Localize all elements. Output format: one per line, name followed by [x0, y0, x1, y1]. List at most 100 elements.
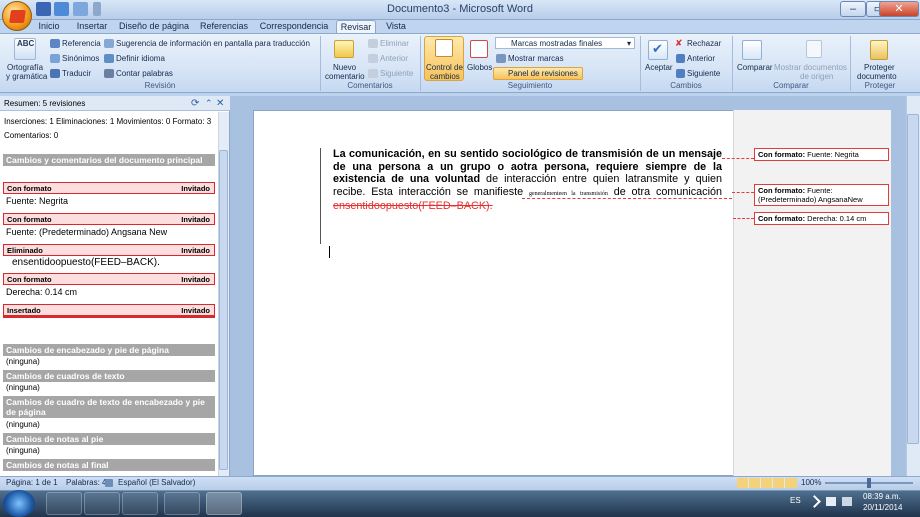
new-comment-icon[interactable]: [334, 40, 354, 58]
revision-header[interactable]: Con formato Invitado: [3, 213, 215, 225]
network-icon[interactable]: [842, 497, 852, 506]
thesaurus-icon: [50, 54, 60, 63]
document-scroll-thumb[interactable]: [907, 114, 919, 444]
section-endnotes: Cambios de notas al final: [3, 459, 215, 471]
revision-detail: Fuente: Negrita: [6, 196, 69, 206]
office-button[interactable]: [2, 1, 32, 31]
balloon-connector: [722, 158, 754, 159]
revision-header[interactable]: Con formato Invitado: [3, 273, 215, 285]
sinonimos-button[interactable]: Sinónimos: [62, 54, 99, 63]
proteger-label-1[interactable]: Proteger: [864, 63, 895, 72]
revision-author: Invitado: [181, 215, 210, 224]
tab-inicio[interactable]: Inicio: [34, 20, 64, 33]
sugerencia-button[interactable]: Sugerencia de información en pantalla pa…: [116, 39, 310, 48]
globos-button[interactable]: Globos: [467, 63, 492, 72]
translate-icon: [50, 69, 60, 78]
revision-author: Invitado: [181, 246, 210, 255]
tab-vista[interactable]: Vista: [382, 20, 410, 33]
spelling-abc-icon: ABC: [17, 39, 35, 48]
minimize-button[interactable]: –: [840, 1, 866, 17]
compare-icon[interactable]: [742, 40, 762, 60]
control-cambios-label-1[interactable]: Control de: [426, 63, 463, 72]
close-pane-icon[interactable]: ✕: [216, 98, 224, 109]
pane-scroll-thumb[interactable]: [219, 150, 228, 470]
page-indicator[interactable]: Página: 1 de 1: [6, 478, 58, 487]
internet-explorer-icon[interactable]: [46, 492, 82, 515]
show-markup-icon: [496, 54, 506, 63]
language-icon: [104, 54, 114, 63]
revision-type: Con formato: [7, 275, 52, 284]
revision-header[interactable]: Insertado Invitado: [3, 304, 215, 316]
tab-insertar[interactable]: Insertar: [72, 20, 112, 33]
revision-balloon[interactable]: Con formato: Fuente: Negrita: [754, 148, 889, 161]
balloon-connector: [733, 218, 754, 219]
section-value: (ninguna): [6, 420, 40, 429]
group-proteger-label: Proteger: [864, 81, 896, 90]
view-buttons[interactable]: [737, 478, 797, 488]
volume-icon[interactable]: [826, 497, 836, 506]
group-revision-label: Revisión: [144, 81, 176, 90]
clock-time[interactable]: 08:39 a.m.: [863, 492, 901, 501]
revision-detail: Derecha: 0.14 cm: [6, 287, 78, 297]
delete-comment-icon: [368, 39, 378, 48]
document-paragraph[interactable]: La comunicación, en su sentido sociológi…: [333, 148, 722, 213]
clock-date[interactable]: 20/11/2014: [863, 503, 902, 512]
word-count-icon: [104, 69, 114, 78]
collapse-icon[interactable]: ⌃: [205, 98, 213, 109]
section-header-footer: Cambios de encabezado y pie de página: [3, 344, 215, 356]
lock-icon[interactable]: [870, 40, 888, 60]
comparar-button[interactable]: Comparar: [737, 63, 773, 72]
referencia-button[interactable]: Referencia: [62, 39, 101, 48]
revision-balloon[interactable]: Con formato: Derecha: 0.14 cm: [754, 212, 889, 225]
tab-referencias[interactable]: Referencias: [198, 20, 250, 33]
spelling-label-1[interactable]: Ortografía: [7, 63, 43, 72]
tab-correspondencia[interactable]: Correspondencia: [258, 20, 330, 33]
revision-author: Invitado: [181, 275, 210, 284]
rechazar-button[interactable]: Rechazar: [687, 39, 721, 48]
revision-header[interactable]: Eliminado Invitado: [3, 244, 215, 256]
language-indicator[interactable]: Español (El Salvador): [118, 478, 195, 487]
group-comparar-label: Comparar: [773, 81, 809, 90]
siguiente-cambio-button[interactable]: Siguiente: [687, 69, 720, 78]
eliminar-comentario-button[interactable]: Eliminar: [380, 39, 409, 48]
balloon-connector: [732, 192, 754, 193]
close-button[interactable]: ✕: [879, 1, 919, 17]
anterior-cambio-button[interactable]: Anterior: [687, 54, 715, 63]
proofing-icon[interactable]: [105, 479, 113, 487]
proteger-label-2[interactable]: documento: [857, 72, 897, 81]
reference-icon: [50, 39, 60, 48]
start-button[interactable]: [3, 490, 35, 517]
siguiente-comentario-button[interactable]: Siguiente: [380, 69, 413, 78]
word-taskbar-icon[interactable]: [206, 492, 242, 515]
angsana-text: generalmenteen la transmisión: [528, 190, 608, 197]
input-language[interactable]: ES: [790, 496, 801, 505]
spelling-label-2[interactable]: y gramática: [6, 72, 47, 81]
revision-header[interactable]: Con formato Invitado: [3, 182, 215, 194]
nuevo-comentario-label-2[interactable]: comentario: [325, 72, 365, 81]
deleted-text: ensentidoopuesto(FEED–BACK).: [333, 200, 493, 213]
traducir-button[interactable]: Traducir: [62, 69, 91, 78]
mostrar-marcas-button[interactable]: Mostrar marcas: [508, 54, 564, 63]
mostrar-documentos-label-1[interactable]: Mostrar documentos: [774, 63, 847, 72]
revision-balloon[interactable]: Con formato: Fuente: (Predeterminado) An…: [754, 184, 889, 206]
window-title: Documento3 - Microsoft Word: [387, 3, 533, 15]
group-cambios-label: Cambios: [670, 81, 702, 90]
zoom-level[interactable]: 100%: [801, 478, 821, 487]
definir-idioma-button[interactable]: Definir idioma: [116, 54, 165, 63]
source-documents-icon: [806, 40, 822, 58]
zoom-slider-thumb[interactable]: [867, 478, 871, 488]
anterior-comentario-button[interactable]: Anterior: [380, 54, 408, 63]
refresh-icon[interactable]: ⟳: [191, 98, 199, 109]
tab-diseno[interactable]: Diseño de página: [118, 20, 190, 33]
nuevo-comentario-label-1[interactable]: Nuevo: [333, 63, 356, 72]
mostrar-documentos-label-2[interactable]: de origen: [800, 72, 833, 81]
chrome-icon[interactable]: [164, 492, 200, 515]
balloon-text: Fuente: Negrita: [805, 150, 859, 159]
balloons-icon[interactable]: [470, 40, 488, 58]
control-cambios-label-2[interactable]: cambios: [430, 72, 460, 81]
media-player-icon[interactable]: [122, 492, 158, 515]
aceptar-button[interactable]: Aceptar: [645, 63, 673, 72]
tab-revisar[interactable]: Revisar: [336, 20, 376, 33]
contar-palabras-button[interactable]: Contar palabras: [116, 69, 173, 78]
file-explorer-icon[interactable]: [84, 492, 120, 515]
